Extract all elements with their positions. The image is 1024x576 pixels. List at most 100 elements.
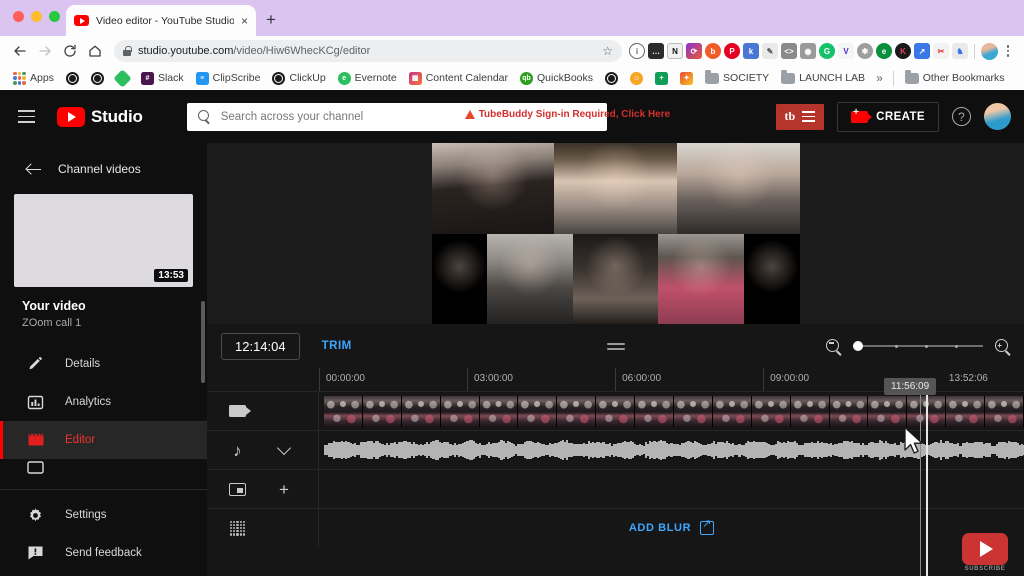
participant-1 [431, 143, 555, 234]
filmstrip[interactable] [324, 396, 1024, 427]
participant-blank-right [743, 233, 800, 324]
chevron-down-icon[interactable] [276, 440, 292, 456]
filmstrip-frame [440, 396, 480, 427]
zoom-in-icon[interactable]: + [995, 338, 1010, 354]
bookmark-other-bookmarks[interactable]: Other Bookmarks [901, 69, 1009, 88]
timeline-playhead[interactable] [922, 386, 931, 576]
kit-icon[interactable]: K [895, 43, 911, 59]
sidebar-item-label: Settings [65, 509, 107, 521]
eyedropper-icon[interactable]: ✎ [762, 43, 778, 59]
browser-tab[interactable]: Video editor - YouTube Studio × [66, 5, 256, 36]
drag-handle-icon[interactable] [606, 342, 625, 350]
evernote-green-icon[interactable]: e [876, 43, 892, 59]
subscribe-overlay[interactable]: SUBSCRIBE [962, 533, 1008, 572]
blur-track-gutter [207, 509, 319, 547]
add-blur-button[interactable]: ADD BLUR [319, 509, 1024, 547]
chrome-menu-icon[interactable] [1001, 45, 1015, 57]
tubebuddy-warning[interactable]: TubeBuddy Sign-in Required, Click Here [464, 108, 671, 120]
bookmark-globe-2[interactable] [87, 69, 108, 88]
bookmark-paint[interactable]: ✦ [676, 69, 697, 88]
close-icon[interactable]: × [241, 15, 248, 27]
video-player[interactable] [431, 143, 800, 324]
bookmark-clickup[interactable]: ClickUp [268, 69, 329, 88]
blur-track-row: ADD BLUR [207, 508, 1024, 547]
clipscribe-icon: ≡ [195, 71, 209, 85]
minimize-window-button[interactable] [31, 11, 42, 22]
sidebar-item-analytics[interactable]: Analytics [0, 383, 207, 421]
code-icon[interactable]: <> [781, 43, 797, 59]
video-thumbnail[interactable]: 13:53 [14, 194, 193, 287]
keyword-icon[interactable]: k [743, 43, 759, 59]
vidiq-icon[interactable]: V [838, 43, 854, 59]
youtube-studio-app: Studio Search across your channel TubeBu… [0, 90, 1024, 576]
bookmark-folder-launch-lab[interactable]: LAUNCH LAB [777, 69, 869, 88]
maximize-window-button[interactable] [49, 11, 60, 22]
sidebar-item-send-feedback[interactable]: Send feedback [0, 534, 207, 572]
zoom-out-icon[interactable] [826, 338, 841, 354]
bookmark-star-icon[interactable]: ☆ [602, 44, 613, 58]
reload-icon[interactable] [59, 40, 81, 62]
gear-ext-icon[interactable]: ✱ [857, 43, 873, 59]
bookmark-apps[interactable]: Apps [9, 69, 58, 88]
back-to-channel-videos[interactable]: Channel videos [0, 152, 207, 186]
channel-avatar[interactable] [984, 103, 1011, 130]
tubebuddy-button[interactable]: tb [775, 103, 825, 130]
smiley-icon: ☺ [630, 71, 644, 85]
sidebar-item-label: Analytics [65, 396, 112, 408]
profile-avatar[interactable] [981, 42, 998, 60]
bookmark-sheets[interactable]: + [651, 69, 672, 88]
bookmark-evernote[interactable]: e Evernote [334, 69, 401, 88]
b-icon[interactable]: b [705, 43, 721, 59]
sidebar-item-editor[interactable]: Editor [0, 421, 207, 459]
new-tab-button[interactable]: + [266, 11, 276, 28]
camera-icon[interactable]: ◉ [800, 43, 816, 59]
subtitles-icon [26, 459, 45, 476]
sidebar-item-subtitles[interactable] [0, 459, 207, 476]
bookmark-clipscribe[interactable]: ≡ ClipScribe [192, 69, 265, 88]
subscribe-button[interactable] [962, 533, 1008, 565]
address-bar[interactable]: studio.youtube.com/video/Hiw6WhecKCg/edi… [114, 40, 622, 62]
back-icon[interactable] [9, 40, 31, 62]
studio-logo[interactable]: Studio [57, 106, 143, 127]
bookmark-evernote-small[interactable] [112, 68, 133, 88]
plus-icon[interactable]: + [279, 481, 289, 498]
blur-track-body[interactable]: ADD BLUR [319, 509, 1024, 547]
scissors-icon[interactable]: ✂ [933, 43, 949, 59]
info-icon[interactable]: i [629, 43, 645, 59]
grammarly-icon[interactable]: G [819, 43, 835, 59]
tubebuddy-warning-text: TubeBuddy Sign-in Required, Click Here [478, 108, 671, 120]
overlay-track-body[interactable] [319, 470, 1024, 508]
pinterest-icon[interactable]: P [724, 43, 740, 59]
help-icon[interactable]: ? [952, 107, 971, 126]
timecode-field[interactable]: 12:14:04 [221, 332, 300, 360]
video-track-body[interactable] [319, 392, 1024, 430]
home-icon[interactable] [84, 40, 106, 62]
expand-icon[interactable]: ↗ [914, 43, 930, 59]
zoom-slider[interactable] [853, 341, 983, 351]
dots-icon[interactable]: … [648, 43, 664, 59]
bookmarks-overflow-button[interactable]: » [873, 71, 886, 85]
create-button[interactable]: CREATE [837, 101, 939, 132]
forward-icon[interactable] [34, 40, 56, 62]
sidebar-item-settings[interactable]: Settings [0, 496, 207, 534]
bookmark-smiley[interactable]: ☺ [626, 69, 647, 88]
filmstrip-frame [518, 396, 558, 427]
notion-icon[interactable]: N [667, 43, 683, 59]
refresh-ext-icon[interactable]: ⟳ [686, 43, 702, 59]
bookmark-globe-3[interactable] [601, 69, 622, 88]
bird-icon[interactable]: ♞ [952, 43, 968, 59]
close-window-button[interactable] [13, 11, 24, 22]
hamburger-icon[interactable] [13, 110, 35, 123]
trim-button[interactable]: TRIM [322, 340, 352, 352]
filmstrip-frame [985, 396, 1024, 427]
zoom-slider-knob[interactable] [853, 341, 863, 351]
bookmark-content-calendar[interactable]: ▦ Content Calendar [405, 69, 512, 88]
audio-track-row: ♪ [207, 430, 1024, 469]
feedback-icon [26, 544, 45, 563]
bookmark-folder-society[interactable]: SOCIETY [701, 69, 773, 88]
bookmark-slack[interactable]: # Slack [137, 69, 188, 88]
sidebar-item-details[interactable]: Details [0, 345, 207, 383]
sidebar-scrollbar[interactable] [201, 301, 205, 383]
bookmark-quickbooks[interactable]: qb QuickBooks [516, 69, 597, 88]
bookmark-globe-1[interactable] [62, 69, 83, 88]
